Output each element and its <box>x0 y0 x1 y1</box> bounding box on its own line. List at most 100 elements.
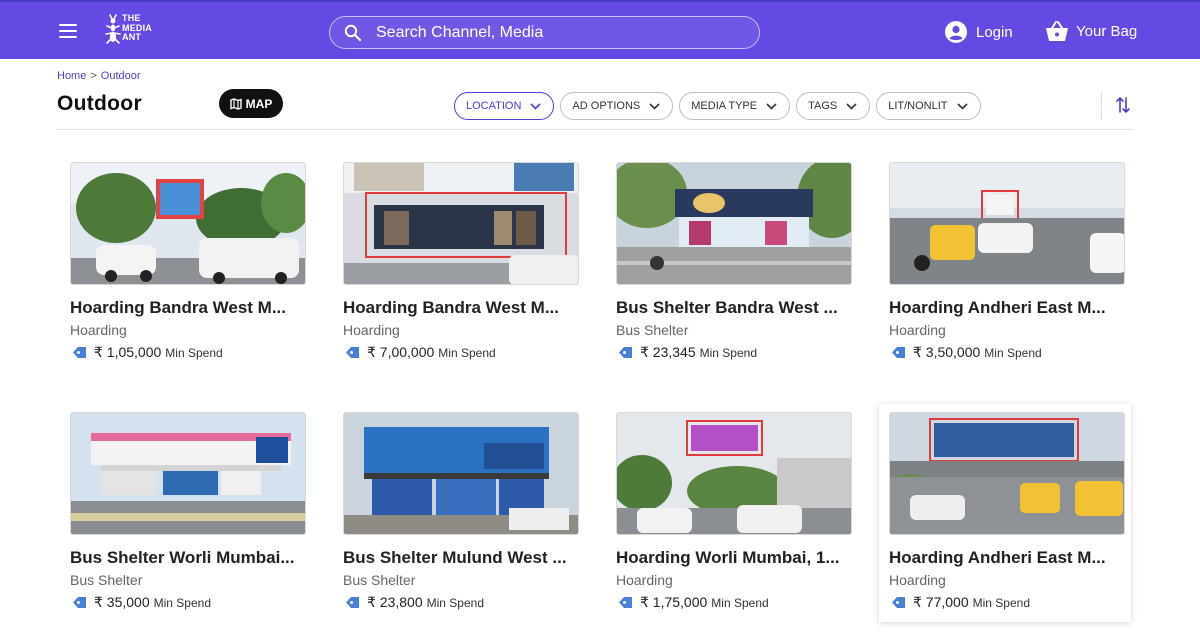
search-icon <box>344 24 362 42</box>
breadcrumb: Home > Outdoor <box>57 70 141 82</box>
menu-icon[interactable] <box>59 24 77 38</box>
card-price: ₹ 77,000 <box>913 594 969 610</box>
media-thumbnail[interactable] <box>70 162 306 285</box>
login-label: Login <box>976 23 1013 41</box>
price-row: ₹ 1,05,000 Min Spend <box>72 344 223 361</box>
login-button[interactable]: Login <box>945 20 1013 44</box>
your-bag-button[interactable]: Your Bag <box>1045 19 1137 43</box>
media-thumbnail[interactable] <box>343 162 579 285</box>
top-navbar: THEMEDIAANT Login Your Bag <box>0 0 1200 59</box>
sort-button[interactable] <box>1115 96 1131 119</box>
toolbar-divider <box>1101 92 1102 120</box>
min-spend-label: Min Spend <box>426 595 484 610</box>
chevron-down-icon <box>649 102 660 110</box>
card-title[interactable]: Hoarding Andheri East M... <box>889 548 1125 568</box>
media-thumbnail[interactable] <box>889 162 1125 285</box>
price-tag-icon <box>346 597 359 608</box>
chevron-down-icon <box>956 102 968 110</box>
card-media-type: Hoarding <box>889 572 946 588</box>
filter-ad-options[interactable]: AD OPTIONS <box>560 92 674 120</box>
price-row: ₹ 35,000 Min Spend <box>72 594 211 611</box>
filter-tags-label: TAGS <box>808 100 838 112</box>
ant-logo-icon <box>105 14 121 44</box>
media-thumbnail[interactable] <box>70 412 306 535</box>
media-thumbnail[interactable] <box>616 412 852 535</box>
price-tag-icon <box>619 347 632 358</box>
media-card[interactable]: Hoarding Bandra West M... Hoarding ₹ 1,0… <box>70 162 306 362</box>
card-media-type: Hoarding <box>70 322 127 338</box>
media-card[interactable]: Hoarding Worli Mumbai, 1... Hoarding ₹ 1… <box>616 412 852 612</box>
min-spend-label: Min Spend <box>165 345 223 360</box>
min-spend-label: Min Spend <box>699 345 757 360</box>
card-media-type: Bus Shelter <box>343 572 416 588</box>
min-spend-label: Min Spend <box>984 345 1042 360</box>
chevron-down-icon <box>766 102 777 110</box>
price-row: ₹ 77,000 Min Spend <box>891 594 1030 611</box>
media-card[interactable]: Bus Shelter Worli Mumbai... Bus Shelter … <box>70 412 306 612</box>
media-card-hovered[interactable]: Hoarding Andheri East M... Hoarding ₹ 77… <box>879 404 1131 622</box>
min-spend-label: Min Spend <box>153 595 211 610</box>
search-bar[interactable] <box>329 16 760 49</box>
card-title[interactable]: Hoarding Andheri East M... <box>889 298 1125 318</box>
breadcrumb-home[interactable]: Home <box>57 70 86 82</box>
filter-location[interactable]: LOCATION <box>454 92 555 120</box>
card-media-type: Bus Shelter <box>616 322 689 338</box>
card-title[interactable]: Hoarding Worli Mumbai, 1... <box>616 548 852 568</box>
filter-media-type-label: MEDIA TYPE <box>691 100 758 112</box>
price-tag-icon <box>346 347 359 358</box>
map-icon <box>229 97 242 110</box>
filter-tags[interactable]: TAGS <box>796 92 871 120</box>
chevron-down-icon <box>846 102 857 110</box>
chevron-down-icon <box>530 102 541 110</box>
filter-media-type[interactable]: MEDIA TYPE <box>679 92 791 120</box>
media-card[interactable]: Hoarding Andheri East M... Hoarding ₹ 3,… <box>889 162 1125 362</box>
price-tag-icon <box>892 347 905 358</box>
card-title[interactable]: Bus Shelter Mulund West ... <box>343 548 579 568</box>
card-title[interactable]: Bus Shelter Bandra West ... <box>616 298 852 318</box>
min-spend-label: Min Spend <box>711 595 769 610</box>
breadcrumb-current[interactable]: Outdoor <box>101 70 141 82</box>
card-title[interactable]: Hoarding Bandra West M... <box>343 298 579 318</box>
page-title: Outdoor <box>57 92 142 115</box>
card-media-type: Hoarding <box>889 322 946 338</box>
media-card[interactable]: Bus Shelter Mulund West ... Bus Shelter … <box>343 412 579 612</box>
min-spend-label: Min Spend <box>438 345 496 360</box>
card-media-type: Hoarding <box>343 322 400 338</box>
media-thumbnail[interactable] <box>889 412 1125 535</box>
media-card[interactable]: Bus Shelter Bandra West ... Bus Shelter … <box>616 162 852 362</box>
filter-lit-nonlit[interactable]: LIT/NONLIT <box>876 92 981 120</box>
filter-lit-nonlit-label: LIT/NONLIT <box>888 100 948 112</box>
price-tag-icon <box>73 597 86 608</box>
price-tag-icon <box>619 597 632 608</box>
filter-location-label: LOCATION <box>466 100 522 112</box>
filter-ad-options-label: AD OPTIONS <box>572 100 641 112</box>
price-row: ₹ 3,50,000 Min Spend <box>891 344 1042 361</box>
card-price: ₹ 1,75,000 <box>640 594 708 610</box>
card-media-type: Bus Shelter <box>70 572 143 588</box>
card-price: ₹ 3,50,000 <box>913 344 981 360</box>
card-media-type: Hoarding <box>616 572 673 588</box>
your-bag-label: Your Bag <box>1076 22 1138 40</box>
filter-bar: LOCATION AD OPTIONS MEDIA TYPE TAGS LIT/… <box>454 92 987 120</box>
card-price: ₹ 1,05,000 <box>94 344 162 360</box>
map-label: MAP <box>245 96 273 111</box>
media-card[interactable]: Hoarding Bandra West M... Hoarding ₹ 7,0… <box>343 162 579 362</box>
media-thumbnail[interactable] <box>343 412 579 535</box>
price-row: ₹ 23,345 Min Spend <box>618 344 757 361</box>
price-row: ₹ 1,75,000 Min Spend <box>618 594 769 611</box>
card-price: ₹ 7,00,000 <box>367 344 435 360</box>
breadcrumb-separator: > <box>90 70 97 82</box>
logo[interactable]: THE MEDIA ANT <box>103 12 159 48</box>
map-button[interactable]: MAP <box>219 89 283 118</box>
card-title[interactable]: Bus Shelter Worli Mumbai... <box>70 548 306 568</box>
card-title[interactable]: Hoarding Bandra West M... <box>70 298 306 318</box>
price-tag-icon <box>892 597 905 608</box>
user-icon <box>945 21 967 43</box>
card-price: ₹ 23,800 <box>367 594 423 610</box>
sort-arrows-icon <box>1116 96 1130 114</box>
search-input[interactable] <box>376 17 746 48</box>
price-row: ₹ 23,800 Min Spend <box>345 594 484 611</box>
price-tag-icon <box>73 347 86 358</box>
min-spend-label: Min Spend <box>972 595 1030 610</box>
media-thumbnail[interactable] <box>616 162 852 285</box>
